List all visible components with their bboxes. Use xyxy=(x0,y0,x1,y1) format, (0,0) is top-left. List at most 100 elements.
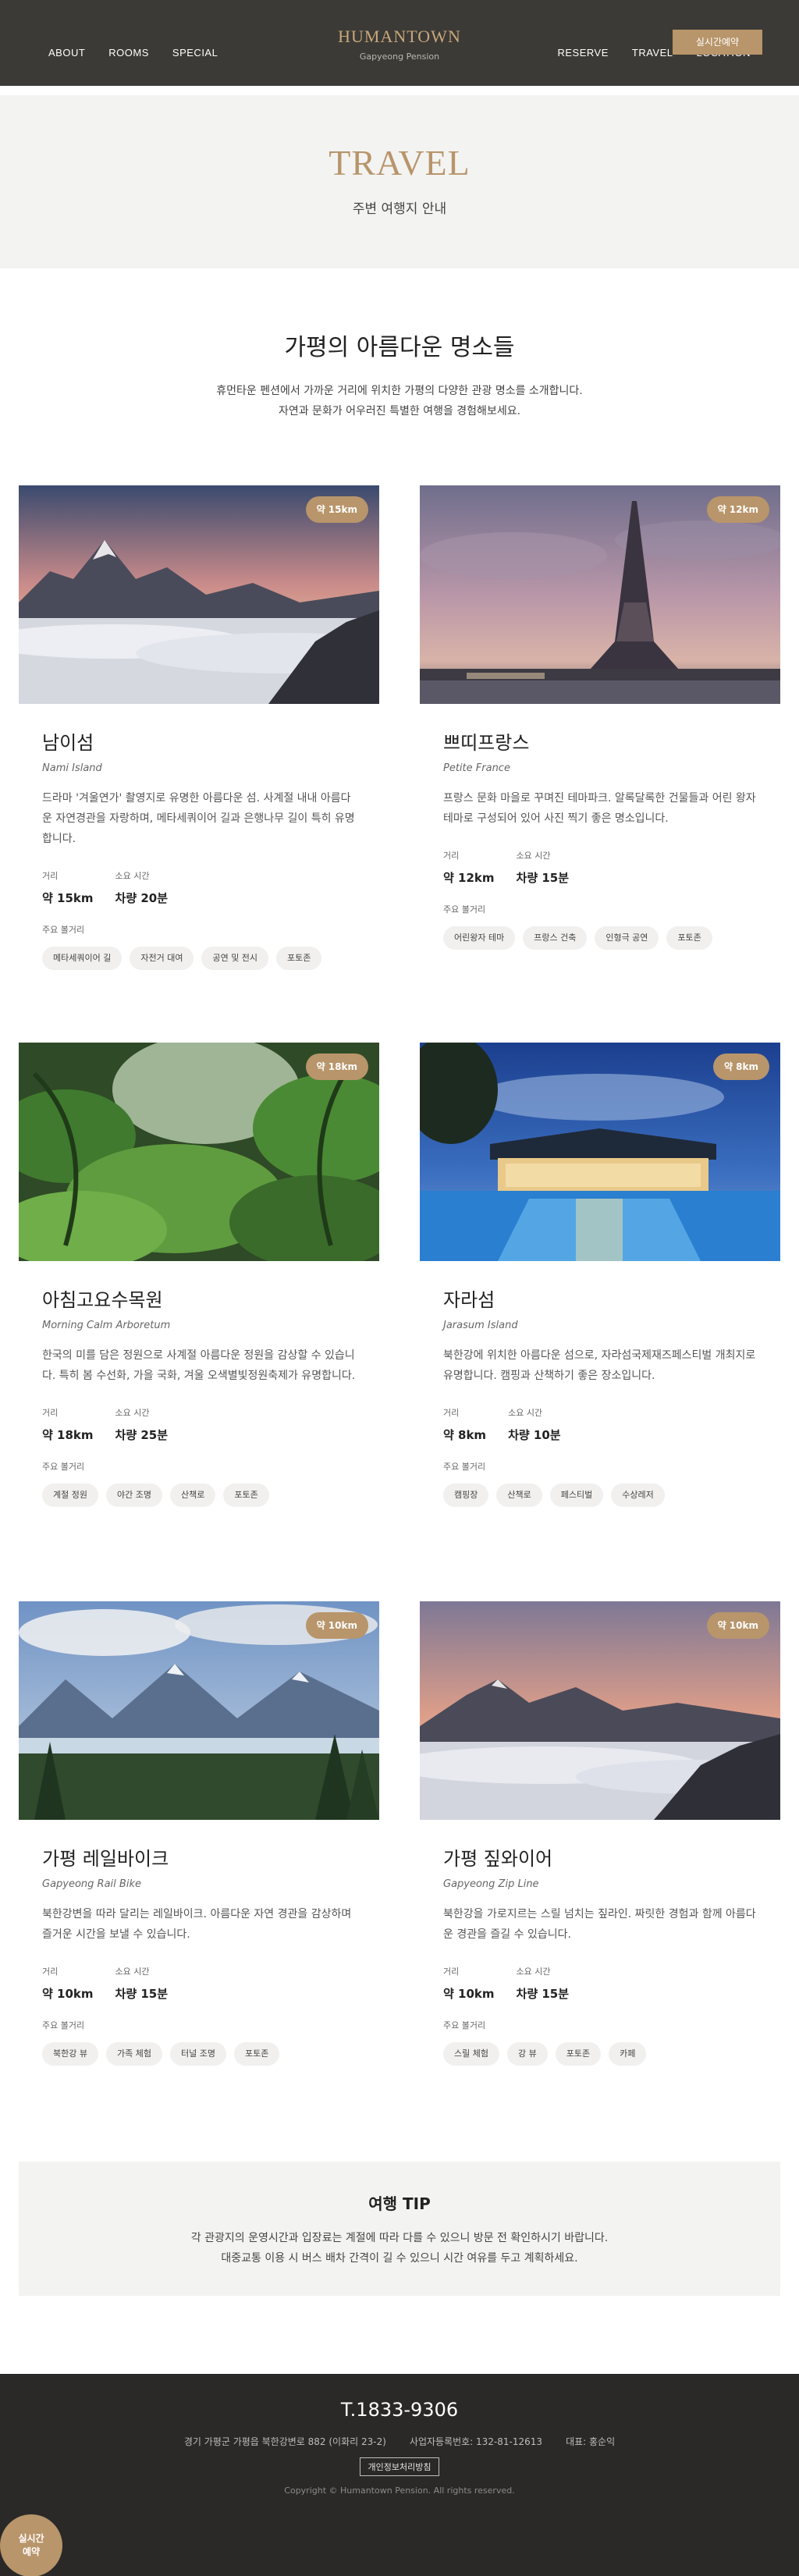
nearby-label: 주요 볼거리 xyxy=(42,2020,85,2031)
tag: 인형극 공연 xyxy=(595,926,659,950)
time-label: 소요 시간 xyxy=(516,851,551,861)
footer-copyright: Copyright © Humantown Pension. All right… xyxy=(284,2485,515,2496)
card-description: 북한강을 가로지르는 스릴 넘치는 짚라인. 짜릿한 경험과 함께 아름다운 경… xyxy=(443,1908,756,1941)
footer-address: 경기 가평군 가평읍 북한강변로 882 (이화리 23-2) xyxy=(183,2436,386,2447)
time-stat: 소요 시간차량 15분 xyxy=(115,1965,169,2002)
site-footer: T.1833-9306 경기 가평군 가평읍 북한강변로 882 (이화리 23… xyxy=(0,2374,799,2576)
tag: 계절 정원 xyxy=(42,1483,98,1507)
section-description: 휴먼타운 펜션에서 가까운 거리에 위치한 가평의 다양한 관광 명소를 소개합… xyxy=(0,381,799,421)
card-title: 아침고요수목원 xyxy=(42,1289,163,1311)
tag-list: 캠핑장 산책로 페스티벌 수상레저 xyxy=(443,1483,757,1507)
time-label: 소요 시간 xyxy=(516,1967,551,1977)
distance-label: 거리 xyxy=(42,1967,59,1977)
card-title: 쁘띠프랑스 xyxy=(443,732,530,754)
distance-label: 거리 xyxy=(443,1408,460,1418)
tag: 프랑스 건축 xyxy=(523,926,588,950)
time-stat: 소요 시간차량 15분 xyxy=(517,849,570,886)
card-description: 북한강에 위치한 아름다운 섬으로, 자라섬국제재즈페스티벌 개최지로 유명합니… xyxy=(443,1349,756,1382)
distance-badge: 약 15km xyxy=(305,496,368,523)
card-image: 약 8km xyxy=(420,1043,780,1261)
privacy-policy-link[interactable]: 개인정보처리방침 xyxy=(359,2457,440,2476)
card-body: 가평 레일바이크 Gapyeong Rail Bike 북한강변을 따라 달리는… xyxy=(19,1843,379,2066)
time-label: 소요 시간 xyxy=(115,871,150,881)
time-stat: 소요 시간차량 20분 xyxy=(115,869,169,906)
card-body: 자라섬 Jarasum Island 북한강에 위치한 아름다운 섬으로, 자라… xyxy=(420,1284,780,1507)
distance-stat: 거리 약 8km xyxy=(443,1406,486,1443)
distance-label: 거리 xyxy=(443,851,460,861)
nearby-label: 주요 볼거리 xyxy=(443,1462,486,1472)
card-description: 북한강변을 따라 달리는 레일바이크. 아름다운 자연 경관을 감상하며 즐거운… xyxy=(42,1908,352,1941)
tag: 터널 조명 xyxy=(169,2042,226,2066)
page-title: TRAVEL xyxy=(328,143,471,183)
tag: 야간 조명 xyxy=(105,1483,162,1507)
travel-card[interactable]: 약 18km 아침고요수목원 Morning Calm Arboretum 한국… xyxy=(19,1043,379,1507)
travel-card[interactable]: 약 8km 자라섬 Jarasum Island 북한강에 위치한 아름다운 섬… xyxy=(420,1043,780,1507)
tag: 수상레저 xyxy=(611,1483,665,1507)
card-image: 약 12km xyxy=(420,485,780,704)
card-title: 가평 짚와이어 xyxy=(443,1848,553,1870)
time-stat: 소요 시간 차량 25분 xyxy=(115,1406,169,1443)
time-value: 차량 20분 xyxy=(115,891,169,905)
realtime-reserve-button[interactable]: 실시간예약 xyxy=(673,30,762,55)
tip-line: 각 관광지의 운영시간과 입장료는 계절에 따라 다를 수 있으니 방문 전 확… xyxy=(190,2232,609,2244)
floating-reserve-line: 예약 xyxy=(22,2546,41,2557)
footer-business-number: 사업자등록번호: 132-81-12613 xyxy=(409,2436,543,2447)
tag: 포토존 xyxy=(555,2042,602,2066)
footer-phone[interactable]: T.1833-9306 xyxy=(0,2399,799,2421)
card-english-name: Jarasum Island xyxy=(443,1320,518,1331)
tag-list: 메타세쿼이어 길 자전거 대여 공연 및 전시 포토존 xyxy=(42,947,356,970)
floating-reserve-line: 실시간 xyxy=(18,2533,44,2544)
tag: 북한강 뷰 xyxy=(42,2042,98,2066)
distance-label: 거리 xyxy=(42,871,59,881)
card-description: 한국의 미를 담은 정원으로 사계절 아름다운 정원을 감상할 수 있습니다. … xyxy=(42,1349,356,1382)
tag-list: 계절 정원 야간 조명 산책로 포토존 xyxy=(42,1483,356,1507)
time-value: 차량 15분 xyxy=(115,1987,169,2001)
time-label: 소요 시간 xyxy=(115,1967,150,1977)
tip-description: 각 관광지의 운영시간과 입장료는 계절에 따라 다를 수 있으니 방문 전 확… xyxy=(19,2228,780,2269)
footer-info: 경기 가평군 가평읍 북한강변로 882 (이화리 23-2) 사업자등록번호:… xyxy=(0,2435,799,2448)
page-subtitle: 주변 여행지 안내 xyxy=(352,201,447,217)
travel-card[interactable]: 약 15km 남이섬 Nami Island 드라마 '겨울연가' 촬영지로 유… xyxy=(19,485,379,970)
time-value: 차량 15분 xyxy=(516,871,570,885)
card-body: 아침고요수목원 Morning Calm Arboretum 한국의 미를 담은… xyxy=(19,1284,379,1507)
distance-value: 약 18km xyxy=(42,1428,94,1442)
time-value: 차량 15분 xyxy=(516,1987,570,2001)
tag: 강 뷰 xyxy=(506,2042,548,2066)
tag: 포토존 xyxy=(223,1483,269,1507)
distance-label: 거리 xyxy=(42,1408,59,1418)
distance-value: 약 15km xyxy=(42,891,94,905)
card-stats: 거리 약 10km 소요 시간차량 15분 xyxy=(443,1965,757,2002)
card-image: 약 15km xyxy=(19,485,379,704)
nearby-label: 주요 볼거리 xyxy=(443,904,486,915)
section-description-line: 자연과 문화가 어우러진 특별한 여행을 경험해보세요. xyxy=(278,405,521,417)
card-body: 남이섬 Nami Island 드라마 '겨울연가' 촬영지로 유명한 아름다운… xyxy=(19,727,379,970)
tag-list: 어린왕자 테마 프랑스 건축 인형극 공연 포토존 xyxy=(443,926,757,950)
card-title: 가평 레일바이크 xyxy=(42,1848,169,1870)
travel-card[interactable]: 약 12km 쁘띠프랑스 Petite France 프랑스 문화 마을로 꾸며… xyxy=(420,485,780,950)
card-stats: 거리 약 10km 소요 시간 차량 15분 xyxy=(42,1965,356,2002)
time-stat: 소요 시간차량 10분 xyxy=(508,1406,561,1443)
floating-reserve-button[interactable]: 실시간 예약 xyxy=(0,2514,62,2576)
tag-list: 북한강 뷰 가족 체험 터널 조명 포토존 xyxy=(42,2042,356,2066)
distance-stat: 거리 약 10km xyxy=(443,1965,495,2002)
time-label: 소요 시간 xyxy=(508,1408,543,1418)
travel-card[interactable]: 약 10km 가평 레일바이크 Gapyeong Rail Bike 북한강변을… xyxy=(19,1601,379,2066)
tag: 자전거 대여 xyxy=(130,947,194,970)
tip-line: 대중교통 이용 시 버스 배차 간격이 길 수 있으니 시간 여유를 두고 계획… xyxy=(221,2252,578,2265)
time-value: 차량 25분 xyxy=(115,1428,169,1442)
time-value: 차량 10분 xyxy=(508,1428,561,1442)
distance-value: 약 12km xyxy=(443,871,495,885)
card-title: 남이섬 xyxy=(42,732,94,754)
card-stats: 거리약 18km 소요 시간 차량 25분 xyxy=(42,1406,356,1443)
nav-travel[interactable]: TRAVEL xyxy=(632,47,673,59)
section-title: 가평의 아름다운 명소들 xyxy=(284,334,515,361)
distance-badge: 약 12km xyxy=(706,496,769,523)
nav-reserve[interactable]: RESERVE xyxy=(557,47,608,59)
card-english-name: Gapyeong Rail Bike xyxy=(42,1878,141,1890)
section-description-line: 휴먼타운 펜션에서 가까운 거리에 위치한 가평의 다양한 관광 명소를 소개합… xyxy=(216,385,583,397)
tag-list: 스릴 체험 강 뷰 포토존 카페 xyxy=(443,2042,757,2066)
footer-ceo: 대표: 홍순익 xyxy=(566,2436,616,2447)
card-english-name: Morning Calm Arboretum xyxy=(42,1320,171,1331)
tag: 캠핑장 xyxy=(443,1483,489,1507)
travel-card[interactable]: 약 10km 가평 짚와이어 Gapyeong Zip Line 북한강을 가로… xyxy=(420,1601,780,2066)
